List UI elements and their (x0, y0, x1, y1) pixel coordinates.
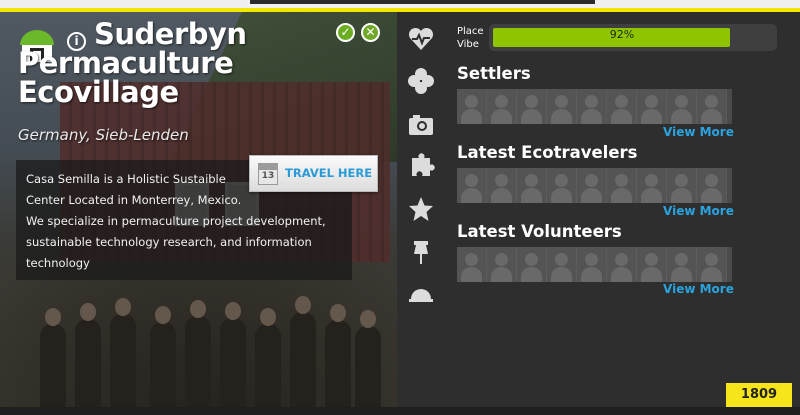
avatar-placeholder[interactable] (667, 247, 697, 282)
camera-icon[interactable] (407, 111, 435, 139)
settlers-view-more-link[interactable]: View More (663, 125, 734, 139)
description-line: technology (26, 256, 90, 270)
avatar-placeholder[interactable] (577, 247, 607, 282)
counter-badge: 1809 (726, 383, 792, 407)
description-line: Center Located in Monterrey, Mexico. (26, 193, 242, 207)
avatar-placeholder[interactable] (487, 247, 517, 282)
ecotravelers-avatars (457, 168, 732, 203)
ecotravelers-heading: Latest Ecotravelers (457, 143, 638, 162)
avatar-placeholder[interactable] (517, 168, 547, 203)
heart-pulse-icon[interactable] (407, 25, 435, 53)
avatar-placeholder[interactable] (547, 247, 577, 282)
settlers-heading: Settlers (457, 64, 531, 83)
travel-here-label: TRAVEL HERE (285, 166, 373, 180)
place-title: Suderbyn Permaculture Ecovillage (18, 17, 247, 109)
bottom-bar (0, 407, 800, 415)
place-vibe-percent: 92% (609, 28, 635, 41)
avatar-placeholder[interactable] (457, 168, 487, 203)
avatar-placeholder[interactable] (607, 168, 637, 203)
place-vibe-meter: 92% (489, 24, 777, 51)
avatar-placeholder[interactable] (577, 168, 607, 203)
avatar-placeholder[interactable] (637, 89, 667, 124)
avatar-placeholder[interactable] (577, 89, 607, 124)
avatar-placeholder[interactable] (457, 247, 487, 282)
avatar-placeholder[interactable] (517, 89, 547, 124)
calendar-icon: 13 (258, 163, 278, 185)
avatar-placeholder[interactable] (487, 89, 517, 124)
avatar-placeholder[interactable] (517, 247, 547, 282)
avatar-placeholder[interactable] (547, 168, 577, 203)
avatar-placeholder[interactable] (487, 168, 517, 203)
star-icon[interactable] (407, 195, 435, 223)
avatar-placeholder[interactable] (607, 247, 637, 282)
volunteers-heading: Latest Volunteers (457, 222, 622, 241)
avatar-placeholder[interactable] (607, 89, 637, 124)
settlers-avatars (457, 89, 732, 124)
clover-icon[interactable] (407, 67, 435, 95)
place-vibe-label: Place Vibe (457, 26, 484, 50)
puzzle-icon[interactable] (407, 152, 435, 180)
description-line: We specialize in permaculture project de… (26, 214, 326, 228)
avatar-placeholder[interactable] (667, 89, 697, 124)
volunteers-avatars (457, 247, 732, 282)
info-panel: Place Vibe 92% Settlers View More Latest… (397, 12, 800, 407)
avatar-placeholder[interactable] (637, 168, 667, 203)
avatar-placeholder[interactable] (457, 89, 487, 124)
check-icon[interactable]: ✓ (336, 23, 355, 42)
cap-icon[interactable] (407, 281, 435, 309)
avatar-placeholder[interactable] (697, 247, 727, 282)
avatar-placeholder[interactable] (697, 89, 727, 124)
avatar-placeholder[interactable] (667, 168, 697, 203)
avatar-placeholder[interactable] (637, 247, 667, 282)
avatar-placeholder[interactable] (697, 168, 727, 203)
volunteers-view-more-link[interactable]: View More (663, 282, 734, 296)
description-line: sustainable technology research, and inf… (26, 235, 312, 249)
close-icon[interactable]: ✕ (361, 23, 380, 42)
ecotravelers-view-more-link[interactable]: View More (663, 204, 734, 218)
avatar-placeholder[interactable] (547, 89, 577, 124)
place-location: Germany, Sieb-Lenden (18, 126, 189, 144)
pin-icon[interactable] (407, 238, 435, 266)
travel-here-button[interactable]: 13 TRAVEL HERE (249, 155, 378, 192)
